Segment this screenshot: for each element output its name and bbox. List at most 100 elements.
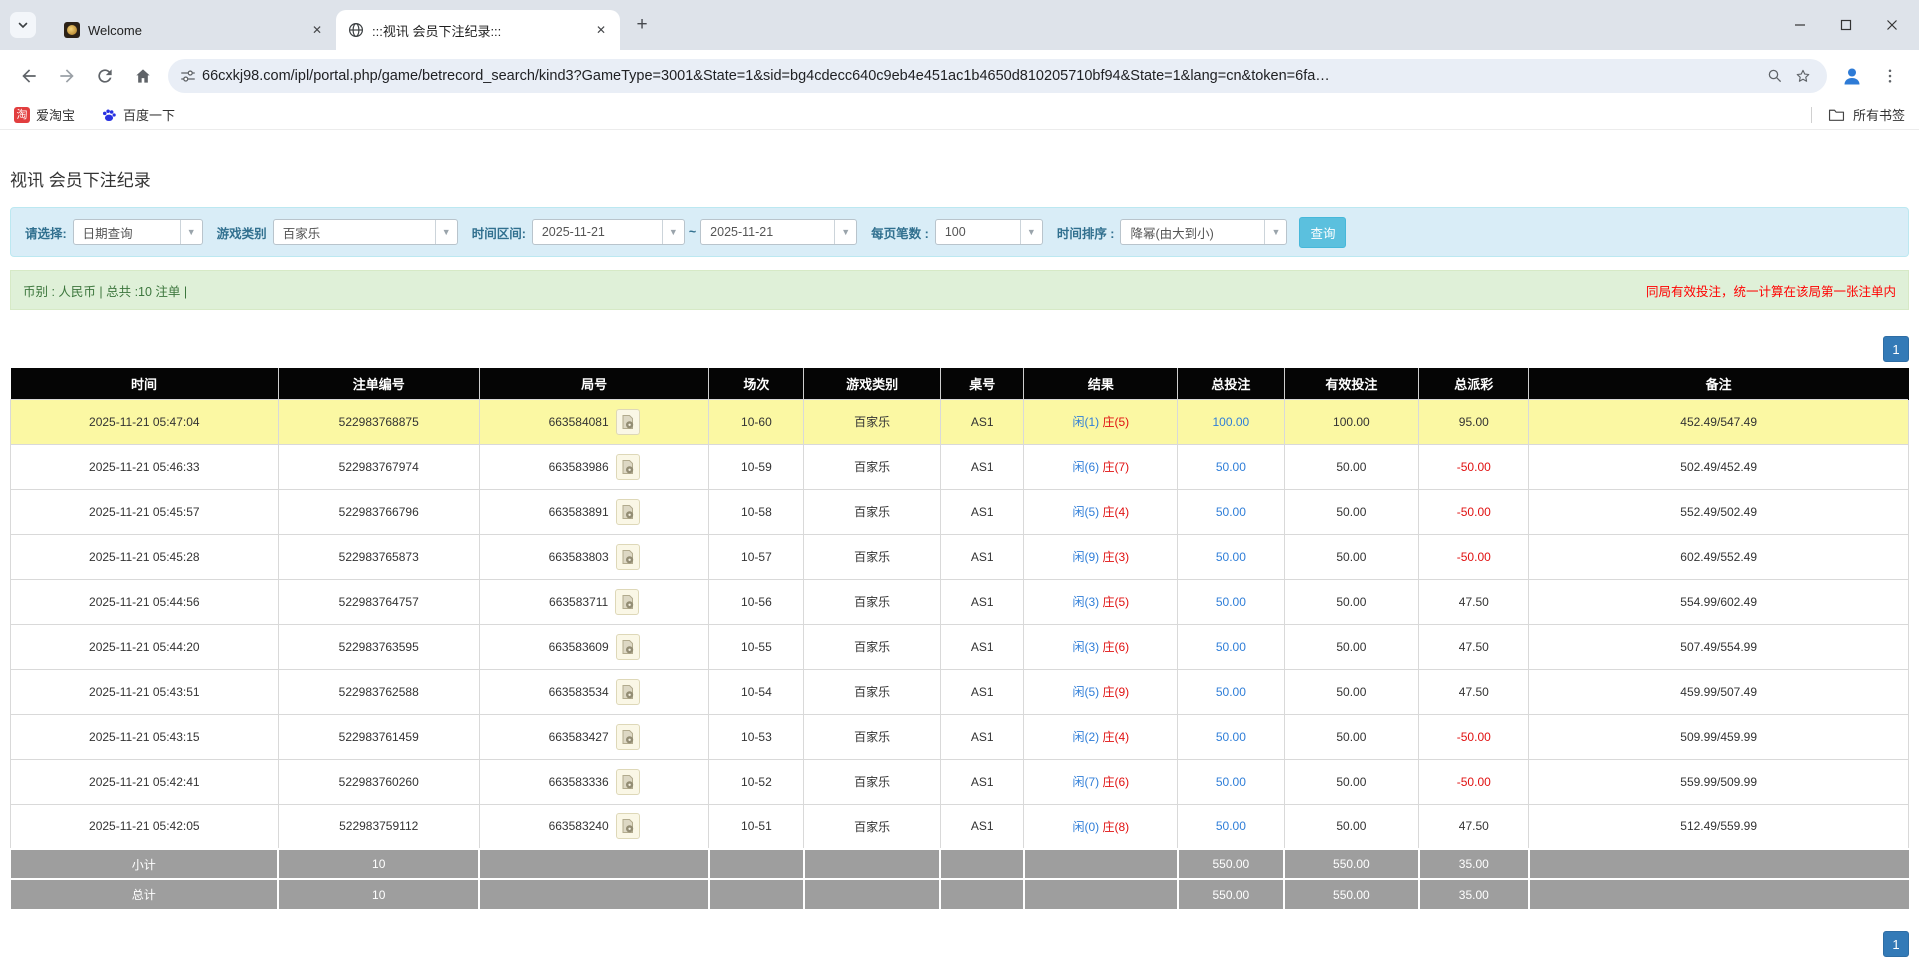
cell-valid-bet: 50.00 [1284,624,1419,669]
table-footer: 小计 10 550.00 550.00 35.00 总计 10 550.00 5… [11,849,1909,909]
profile-avatar[interactable] [1835,59,1869,93]
video-replay-icon[interactable] [616,813,640,839]
cell-table-no: AS1 [940,759,1024,804]
video-replay-icon[interactable] [616,454,640,480]
page-1-button[interactable]: 1 [1883,931,1909,957]
currency-summary-text: 币别 : 人民币 | 总共 :10 注单 | [23,281,187,300]
query-type-dropdown[interactable]: 日期查询 ▼ [73,219,203,245]
back-button[interactable] [12,59,46,93]
page-title: 视讯 会员下注纪录 [10,166,1909,191]
cell-total-bet-link[interactable]: 50.00 [1178,444,1284,489]
cell-game-type: 百家乐 [804,399,941,444]
forward-button[interactable] [50,59,84,93]
cell-remark: 509.99/459.99 [1529,714,1909,759]
zoom-icon[interactable] [1761,62,1789,90]
page-1-button[interactable]: 1 [1883,336,1909,362]
cell-valid-bet: 50.00 [1284,579,1419,624]
per-page-dropdown[interactable]: 100 ▼ [935,219,1043,245]
three-dots-icon [1881,67,1899,85]
cell-valid-bet: 50.00 [1284,489,1419,534]
cell-game-type: 百家乐 [804,804,941,849]
cell-total-bet-link[interactable]: 50.00 [1178,759,1284,804]
bookmark-star-icon[interactable] [1789,62,1817,90]
per-page-label: 每页笔数 : [871,223,929,242]
close-window-button[interactable] [1869,7,1915,43]
pagination-top: 1 [10,336,1909,362]
maximize-button[interactable] [1823,7,1869,43]
all-bookmarks-button[interactable]: 所有书签 [1811,105,1905,124]
summary-total-bet: 550.00 [1178,849,1284,879]
cell-total-bet-link[interactable]: 50.00 [1178,714,1284,759]
cell-time: 2025-11-21 05:45:28 [11,534,279,579]
video-replay-icon[interactable] [616,499,640,525]
tab-bet-records[interactable]: :::视讯 会员下注纪录::: ✕ [336,10,620,50]
cell-round-id: 663583534 [479,669,709,714]
column-header: 时间 [11,368,279,399]
cell-valid-bet: 50.00 [1284,669,1419,714]
cell-game-type: 百家乐 [804,624,941,669]
chevron-down-icon: ▼ [834,220,856,244]
tab-close-icon[interactable]: ✕ [592,21,610,39]
bookmark-baidu[interactable]: 百度一下 [101,105,175,124]
cell-result: 闲(5) 庄(4) [1024,489,1178,534]
cell-valid-bet: 100.00 [1284,399,1419,444]
cell-total-bet-link[interactable]: 50.00 [1178,669,1284,714]
video-replay-icon[interactable] [615,589,639,615]
date-from-picker[interactable]: 2025-11-21 ▼ [532,219,685,245]
sort-order-value: 降幂(由大到小) [1121,223,1264,242]
video-replay-icon[interactable] [616,544,640,570]
cell-payout: 47.50 [1419,804,1529,849]
cell-session: 10-57 [709,534,804,579]
video-replay-icon[interactable] [616,769,640,795]
cell-round-id: 663583609 [479,624,709,669]
date-to-picker[interactable]: 2025-11-21 ▼ [700,219,857,245]
header-row: 时间注单编号局号场次游戏类别桌号结果总投注有效投注总派彩备注 [11,368,1909,399]
cell-table-no: AS1 [940,399,1024,444]
query-type-value: 日期查询 [74,223,180,242]
cell-total-bet-link[interactable]: 50.00 [1178,624,1284,669]
cell-result: 闲(6) 庄(7) [1024,444,1178,489]
site-settings-icon[interactable] [174,62,202,90]
game-category-dropdown[interactable]: 百家乐 ▼ [273,219,458,245]
cell-time: 2025-11-21 05:42:05 [11,804,279,849]
video-replay-icon[interactable] [616,634,640,660]
cell-bet-id: 522983763595 [278,624,479,669]
column-header: 桌号 [940,368,1024,399]
tab-welcome[interactable]: Welcome ✕ [52,10,336,50]
cell-round-id: 663583240 [479,804,709,849]
tab-close-icon[interactable]: ✕ [308,21,326,39]
cell-payout: 47.50 [1419,669,1529,714]
cell-total-bet-link[interactable]: 50.00 [1178,489,1284,534]
minimize-button[interactable] [1777,7,1823,43]
reload-button[interactable] [88,59,122,93]
video-replay-icon[interactable] [616,679,640,705]
cell-total-bet-link[interactable]: 50.00 [1178,804,1284,849]
summary-total-bet: 550.00 [1178,879,1284,909]
video-replay-icon[interactable] [616,724,640,750]
url-bar[interactable]: 66cxkj98.com/ipl/portal.php/game/betreco… [168,59,1827,93]
round-id-text: 663583986 [549,460,609,474]
cell-total-bet-link[interactable]: 50.00 [1178,534,1284,579]
result-banker: 庄(6) [1103,640,1130,654]
url-text: 66cxkj98.com/ipl/portal.php/game/betreco… [202,68,1761,84]
tab-list-chevron-button[interactable] [10,12,36,38]
cell-total-bet-link[interactable]: 50.00 [1178,579,1284,624]
home-button[interactable] [126,59,160,93]
sort-order-dropdown[interactable]: 降幂(由大到小) ▼ [1120,219,1287,245]
query-button[interactable]: 查询 [1299,217,1346,248]
bookmark-taobao[interactable]: 淘 爱淘宝 [14,105,75,124]
table-row: 2025-11-21 05:44:20 522983763595 6635836… [11,624,1909,669]
cell-total-bet-link[interactable]: 100.00 [1178,399,1284,444]
cell-round-id: 663583427 [479,714,709,759]
new-tab-button[interactable]: + [628,11,656,39]
tab-strip: Welcome ✕ :::视讯 会员下注纪录::: ✕ + [0,0,1919,50]
video-replay-icon[interactable] [616,409,640,435]
result-banker: 庄(7) [1103,460,1130,474]
column-header: 备注 [1529,368,1909,399]
result-banker: 庄(4) [1103,505,1130,519]
cell-bet-id: 522983765873 [278,534,479,579]
result-player: 闲(7) [1073,775,1100,789]
table-row: 2025-11-21 05:42:41 522983760260 6635833… [11,759,1909,804]
cell-table-no: AS1 [940,444,1024,489]
browser-menu-button[interactable] [1873,59,1907,93]
